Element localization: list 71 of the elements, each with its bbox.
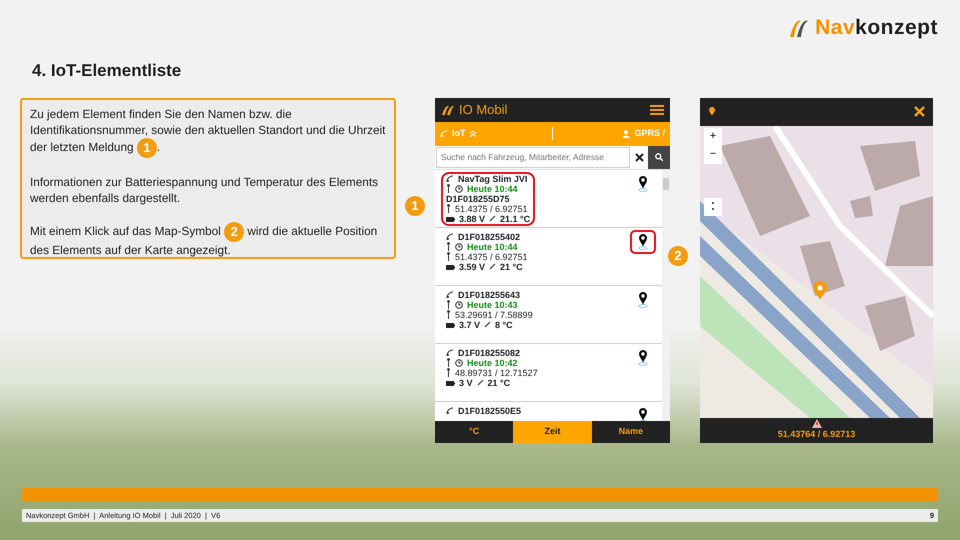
person-icon <box>622 130 630 138</box>
battery-icon <box>446 322 455 328</box>
map-pin-icon <box>638 292 648 308</box>
step-badge: 1 <box>405 196 425 216</box>
menu-icon[interactable] <box>650 104 664 114</box>
battery-voltage: 3.88 V <box>459 214 486 224</box>
last-report-time: Heute 10:44 <box>467 184 518 194</box>
signal-icon <box>440 130 448 138</box>
app-title: IO Mobil <box>459 100 508 119</box>
temperature: 21.1 °C <box>500 214 530 224</box>
logo-icon <box>441 104 455 116</box>
warning-icon <box>812 418 822 428</box>
step-badge: 2 <box>224 222 244 242</box>
battery-voltage: 3.7 V <box>459 320 480 330</box>
logo-wordmark: Navkonzept <box>815 15 938 42</box>
paragraph: Informationen zur Batteriespannung und Temperatur des Elements werden ebenfalls dargestellt. <box>30 174 379 206</box>
temperature: 8 °C <box>495 320 513 330</box>
battery-icon <box>446 380 455 386</box>
element-name: D1F018255402 <box>458 232 520 242</box>
search-field[interactable]: Suche nach Fahrzeug, Mitarbeiter, Adresse <box>436 146 630 168</box>
element-name: D1F018255643 <box>458 290 520 300</box>
map-pin-icon <box>638 176 648 192</box>
signal-icon <box>446 348 454 356</box>
last-report-time: Heute 10:44 <box>467 242 518 252</box>
step-badge: 2 <box>668 246 688 266</box>
signal-icon <box>446 406 454 414</box>
chevron-icon <box>470 130 476 136</box>
signal-icon <box>446 232 454 240</box>
element-name: NavTag Slim JVI <box>458 174 528 184</box>
coordinates: 51.4375 / 6.92751 <box>455 204 528 214</box>
signal-icon <box>446 290 454 298</box>
battery-icon <box>446 264 455 270</box>
element-name: D1F0182550E5 <box>458 406 522 416</box>
coordinates: 51.4375 / 6.92751 <box>455 252 528 262</box>
signal-icon <box>446 174 454 182</box>
person-pin-icon <box>446 184 451 193</box>
person-pin-icon <box>446 204 451 213</box>
clock-icon <box>455 184 463 192</box>
step-badge: 1 <box>136 138 157 158</box>
temperature: 21 °C <box>488 378 510 388</box>
sort-tab[interactable]: Name <box>592 420 670 442</box>
element-id: D1F018255D75 <box>446 194 511 204</box>
map-marker-icon <box>813 280 827 300</box>
last-report-time: Heute 10:42 <box>467 358 518 368</box>
map-pin-icon <box>638 408 648 420</box>
map-pin-icon <box>638 350 648 366</box>
coordinates: 53.29691 / 7.58899 <box>455 310 533 320</box>
clear-icon[interactable] <box>635 152 644 162</box>
coordinates: 51.43764 / 6.92713 <box>778 428 856 441</box>
clock-icon <box>455 300 463 308</box>
clock-icon <box>455 242 463 250</box>
pin-icon <box>708 106 716 116</box>
close-icon[interactable] <box>914 106 925 117</box>
battery-icon <box>446 216 455 222</box>
map-button[interactable] <box>630 230 656 254</box>
search-icon <box>655 152 663 161</box>
sort-tab[interactable]: Zeit <box>513 420 592 442</box>
paragraph: Mit einem Klick auf das Map-Symbol 2 wird die aktuelle Position des Elements auf der Karte angezeigt. <box>30 222 378 258</box>
paragraph: Zu jedem Element finden Sie den Namen bzw. die Identifikationsnummer, sowie den aktuellen Standort und die Uhrzeit der letzten Meldung 1 . <box>30 106 386 158</box>
battery-voltage: 3 V <box>459 378 473 388</box>
battery-voltage: 3.59 V <box>459 262 486 272</box>
temperature: 21 °C <box>500 262 523 272</box>
last-report-time: Heute 10:43 <box>467 300 518 310</box>
slide-title: 4. IoT-Elementliste <box>32 60 182 82</box>
coordinates: 48.89731 / 12.71527 <box>455 368 538 378</box>
clock-icon <box>455 358 463 366</box>
element-name: D1F018255082 <box>458 348 520 358</box>
map-pin-icon <box>638 234 648 250</box>
sort-tab[interactable]: °C <box>435 420 514 442</box>
scrollbar[interactable] <box>662 170 670 420</box>
search-button[interactable] <box>648 146 670 168</box>
